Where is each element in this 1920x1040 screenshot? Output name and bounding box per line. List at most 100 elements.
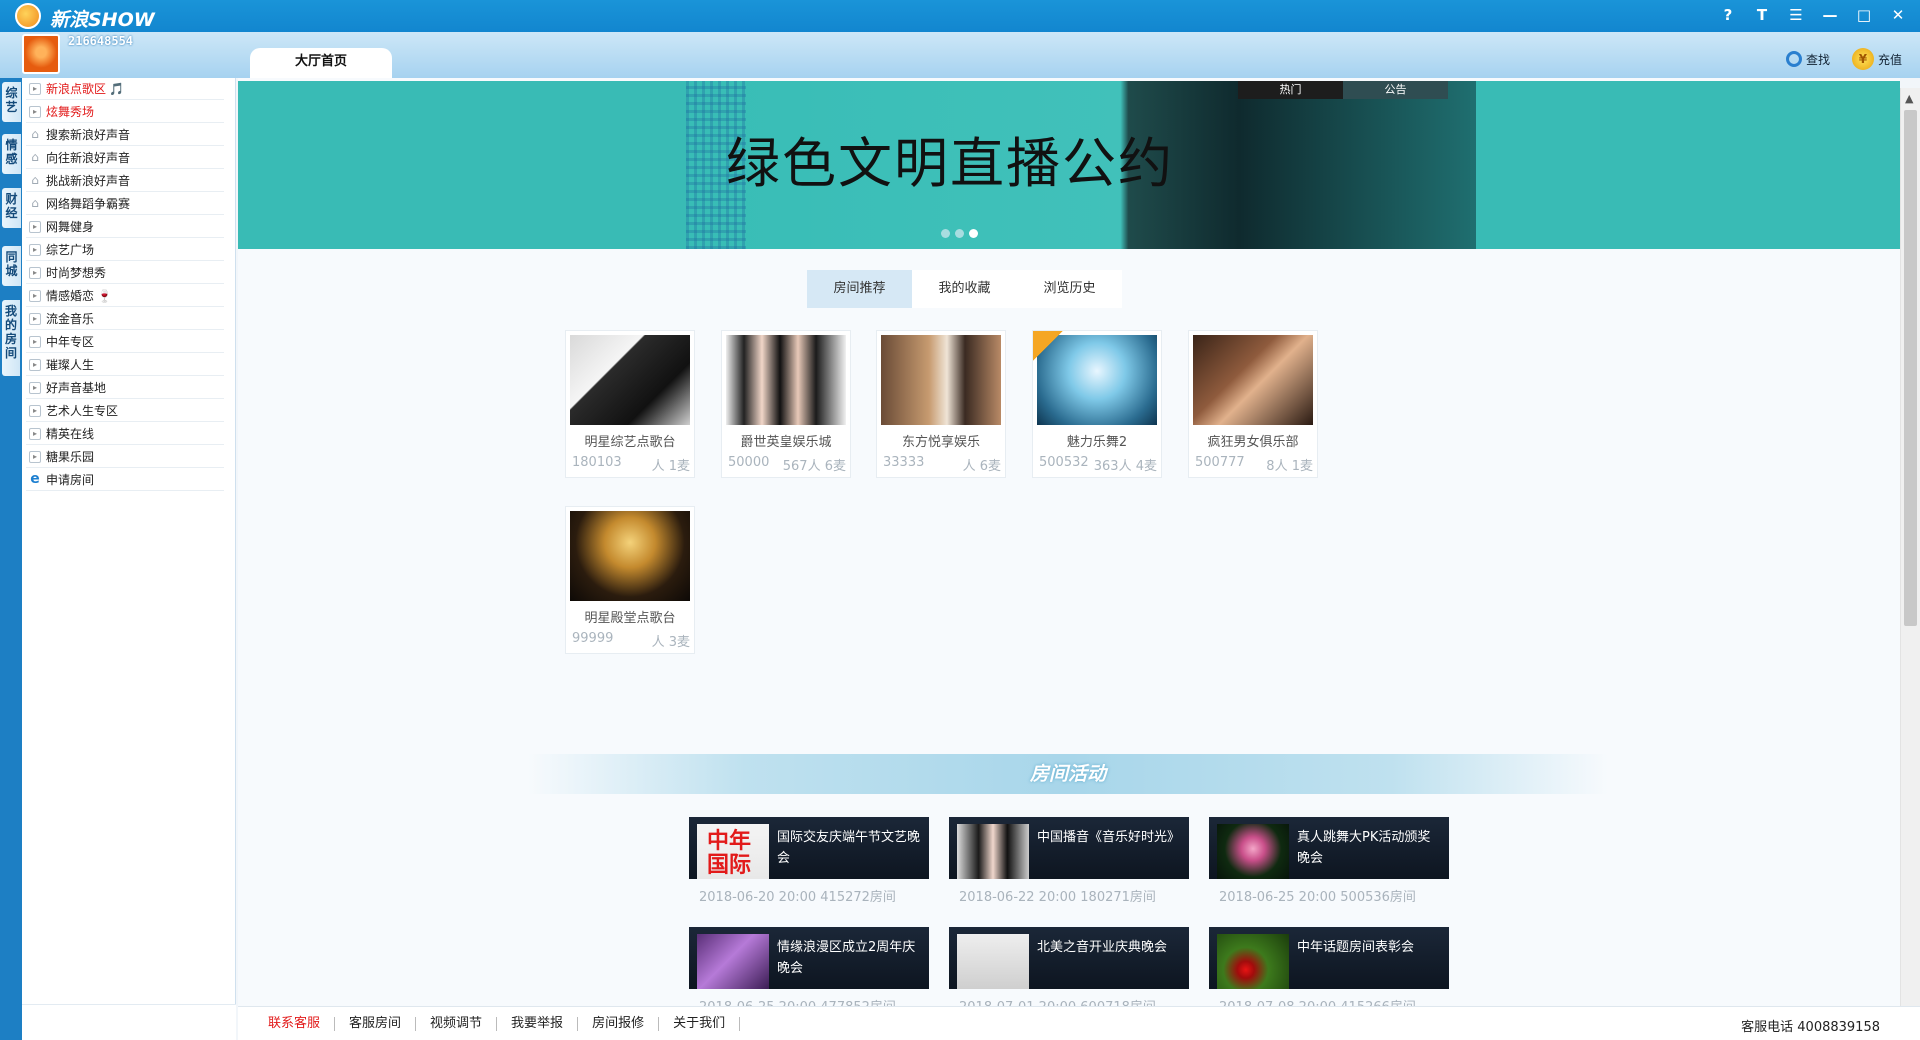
room-users: 人 [651, 459, 665, 474]
room-name: 魅力乐舞2 [1066, 435, 1128, 450]
sidebar-item[interactable]: e 申请房间 [26, 469, 224, 491]
scrollbar[interactable]: ▲ ▼ [1900, 88, 1920, 1022]
scroll-up-icon[interactable]: ▲ [1905, 92, 1913, 105]
sidebar-item[interactable]: ▸ 情感婚恋 🍷 [26, 285, 224, 307]
expand-icon: ▸ [29, 243, 41, 256]
room-mics: 1麦 [1291, 459, 1313, 474]
footer-video-settings[interactable]: 视频调节 [416, 1016, 498, 1031]
banner-dot[interactable] [941, 229, 950, 238]
banner-dot[interactable] [955, 229, 964, 238]
expand-icon: ▸ [29, 404, 41, 417]
app-window: 新浪SHOW ? T ☰ — □ ✕ 216648554 大厅首页 查找 ¥ 充… [0, 0, 1920, 1040]
sidebar-item[interactable]: ▸ 好声音基地 [26, 377, 224, 399]
room-card[interactable]: 明星综艺点歌台 180103 人 1麦 [565, 330, 695, 478]
activity-card[interactable]: 中国播音《音乐好时光》 2018-06-22 20:00 180271房间 [949, 817, 1189, 907]
hot-corner-icon [1033, 331, 1063, 361]
room-card[interactable]: 疯狂男女俱乐部 500777 8人 1麦 [1188, 330, 1318, 478]
close-icon[interactable]: ✕ [1888, 5, 1908, 25]
vtab-my-rooms[interactable]: 我的房间 [2, 300, 20, 376]
vtab-finance[interactable]: 财经 [2, 188, 21, 228]
activity-card[interactable]: 中年国际 国际交友庆端午节文艺晚会 2018-06-20 20:00 415272房… [689, 817, 929, 907]
banner-dot[interactable] [969, 229, 978, 238]
skin-icon[interactable]: T [1752, 5, 1772, 25]
activity-card[interactable]: 情缘浪漫区成立2周年庆晚会 2018-06-25 20:00 477852房间 [689, 927, 929, 1006]
sidebar-item[interactable]: ▸ 炫舞秀场 [26, 101, 224, 123]
sidebar-item[interactable]: ⌂ 搜索新浪好声音 [26, 124, 224, 146]
sidebar-item-label: 艺术人生专区 [46, 404, 119, 418]
sidebar-item[interactable]: ▸ 时尚梦想秀 [26, 262, 224, 284]
expand-icon: ▸ [29, 220, 41, 233]
tab-room-recommend[interactable]: 房间推荐 [807, 270, 912, 308]
sidebar-item-label: 综艺广场 [46, 243, 95, 257]
sidebar-item[interactable]: ▸ 新浪点歌区 🎵 [26, 78, 224, 100]
help-icon[interactable]: ? [1718, 5, 1738, 25]
sidebar-item[interactable]: ▸ 糖果乐园 [26, 446, 224, 468]
room-card[interactable]: 魅力乐舞2 500532 363人 4麦 [1032, 330, 1162, 478]
banner-tab-notice[interactable]: 公告 [1343, 81, 1448, 99]
activity-thumbnail [1217, 824, 1289, 879]
vtab-emotion[interactable]: 情感 [2, 134, 21, 174]
activity-meta: 2018-07-01 20:00 600718房间 [959, 996, 1156, 1006]
room-meta: 500777 8人 1麦 [1195, 455, 1313, 474]
room-mics: 6麦 [824, 459, 846, 474]
tab-home[interactable]: 大厅首页 [250, 48, 392, 78]
room-thumbnail [726, 335, 846, 425]
banner[interactable]: 绿色文明直播公约 热门 公告 [238, 81, 1900, 249]
restore-icon[interactable]: □ [1854, 5, 1874, 25]
sidebar-item[interactable]: ▸ 精英在线 [26, 423, 224, 445]
activity-card[interactable]: 中年话题房间表彰会 2018-07-08 20:00 415266房间 [1209, 927, 1449, 1006]
scroll-thumb[interactable] [1904, 110, 1917, 626]
recharge-button[interactable]: ¥ 充值 [1851, 48, 1902, 70]
sidebar-item[interactable]: ▸ 璀璨人生 [26, 354, 224, 376]
room-meta: 33333 人 6麦 [883, 455, 1001, 474]
room-meta: 500532 363人 4麦 [1039, 455, 1157, 474]
tab-browse-history[interactable]: 浏览历史 [1017, 270, 1122, 308]
activity-title: 中年话题房间表彰会 [1297, 940, 1415, 955]
banner-tab-hot[interactable]: 热门 [1238, 81, 1343, 99]
activity-header: 真人跳舞大PK活动颁奖晚会 [1209, 817, 1449, 879]
sidebar-item[interactable]: ▸ 综艺广场 [26, 239, 224, 261]
sidebar-item[interactable]: ▸ 艺术人生专区 [26, 400, 224, 422]
activity-card[interactable]: 真人跳舞大PK活动颁奖晚会 2018-06-25 20:00 500536房间 [1209, 817, 1449, 907]
activity-card[interactable]: 北美之音开业庆典晚会 2018-07-01 20:00 600718房间 [949, 927, 1189, 1006]
room-card[interactable]: 爵世英皇娱乐城 50000 567人 6麦 [721, 330, 851, 478]
avatar[interactable] [22, 34, 60, 74]
footer-report[interactable]: 我要举报 [497, 1016, 579, 1031]
activity-header: 中年国际 国际交友庆端午节文艺晚会 [689, 817, 929, 879]
sidebar-item[interactable]: ⌂ 挑战新浪好声音 [26, 170, 224, 192]
room-card[interactable]: 东方悦享娱乐 33333 人 6麦 [876, 330, 1006, 478]
header: 216648554 大厅首页 查找 ¥ 充值 [0, 32, 1920, 78]
sidebar-item[interactable]: ▸ 流金音乐 [26, 308, 224, 330]
window-controls: ? T ☰ — □ ✕ [1718, 5, 1908, 25]
sina-show-logo-icon [15, 3, 41, 29]
menu-icon[interactable]: ☰ [1786, 5, 1806, 25]
minimize-icon[interactable]: — [1820, 5, 1840, 25]
sidebar-item[interactable]: ▸ 网舞健身 [26, 216, 224, 238]
main-content: 绿色文明直播公约 热门 公告 房间推荐 我的收藏 浏览历史 明星综艺点歌台 180… [238, 78, 1900, 1006]
sidebar-item[interactable]: ▸ 中年专区 [26, 331, 224, 353]
search-button[interactable]: 查找 [1785, 51, 1830, 68]
banner-dots [941, 229, 978, 238]
content-tabs: 房间推荐 我的收藏 浏览历史 [807, 270, 1122, 308]
recharge-label: 充值 [1877, 52, 1902, 67]
sidebar-item[interactable]: ⌂ 向往新浪好声音 [26, 147, 224, 169]
sidebar-item-label: 网舞健身 [46, 220, 95, 234]
room-card[interactable]: 明星殿堂点歌台 99999 人 3麦 [565, 506, 695, 654]
sidebar-bottom [22, 1004, 236, 1040]
room-stats: 人 1麦 [652, 455, 690, 474]
footer-about[interactable]: 关于我们 [659, 1016, 741, 1031]
activity-title: 情缘浪漫区成立2周年庆晚会 [777, 940, 916, 976]
sidebar-item[interactable]: ⌂ 网络舞蹈争霸赛 [26, 193, 224, 215]
vtab-variety[interactable]: 综艺 [2, 82, 21, 122]
tab-my-favorites[interactable]: 我的收藏 [912, 270, 1017, 308]
expand-icon: ▸ [29, 427, 41, 440]
expand-icon: ▸ [29, 381, 41, 394]
sidebar: ▸ 新浪点歌区 🎵 ▸ 炫舞秀场 ⌂ 搜索新浪好声音 ⌂ 向往新浪好声音 ⌂ 挑战新浪好声音 ⌂ 网络舞… [22, 78, 236, 1040]
house-icon: ⌂ [29, 174, 41, 187]
footer-room-repair[interactable]: 房间报修 [578, 1016, 660, 1031]
vtab-local[interactable]: 同城 [2, 246, 21, 286]
footer-support-room[interactable]: 客服房间 [335, 1016, 417, 1031]
footer-contact-support[interactable]: 联系客服 [238, 1016, 336, 1031]
room-id: 99999 [572, 631, 614, 646]
expand-icon: ▸ [29, 266, 41, 279]
